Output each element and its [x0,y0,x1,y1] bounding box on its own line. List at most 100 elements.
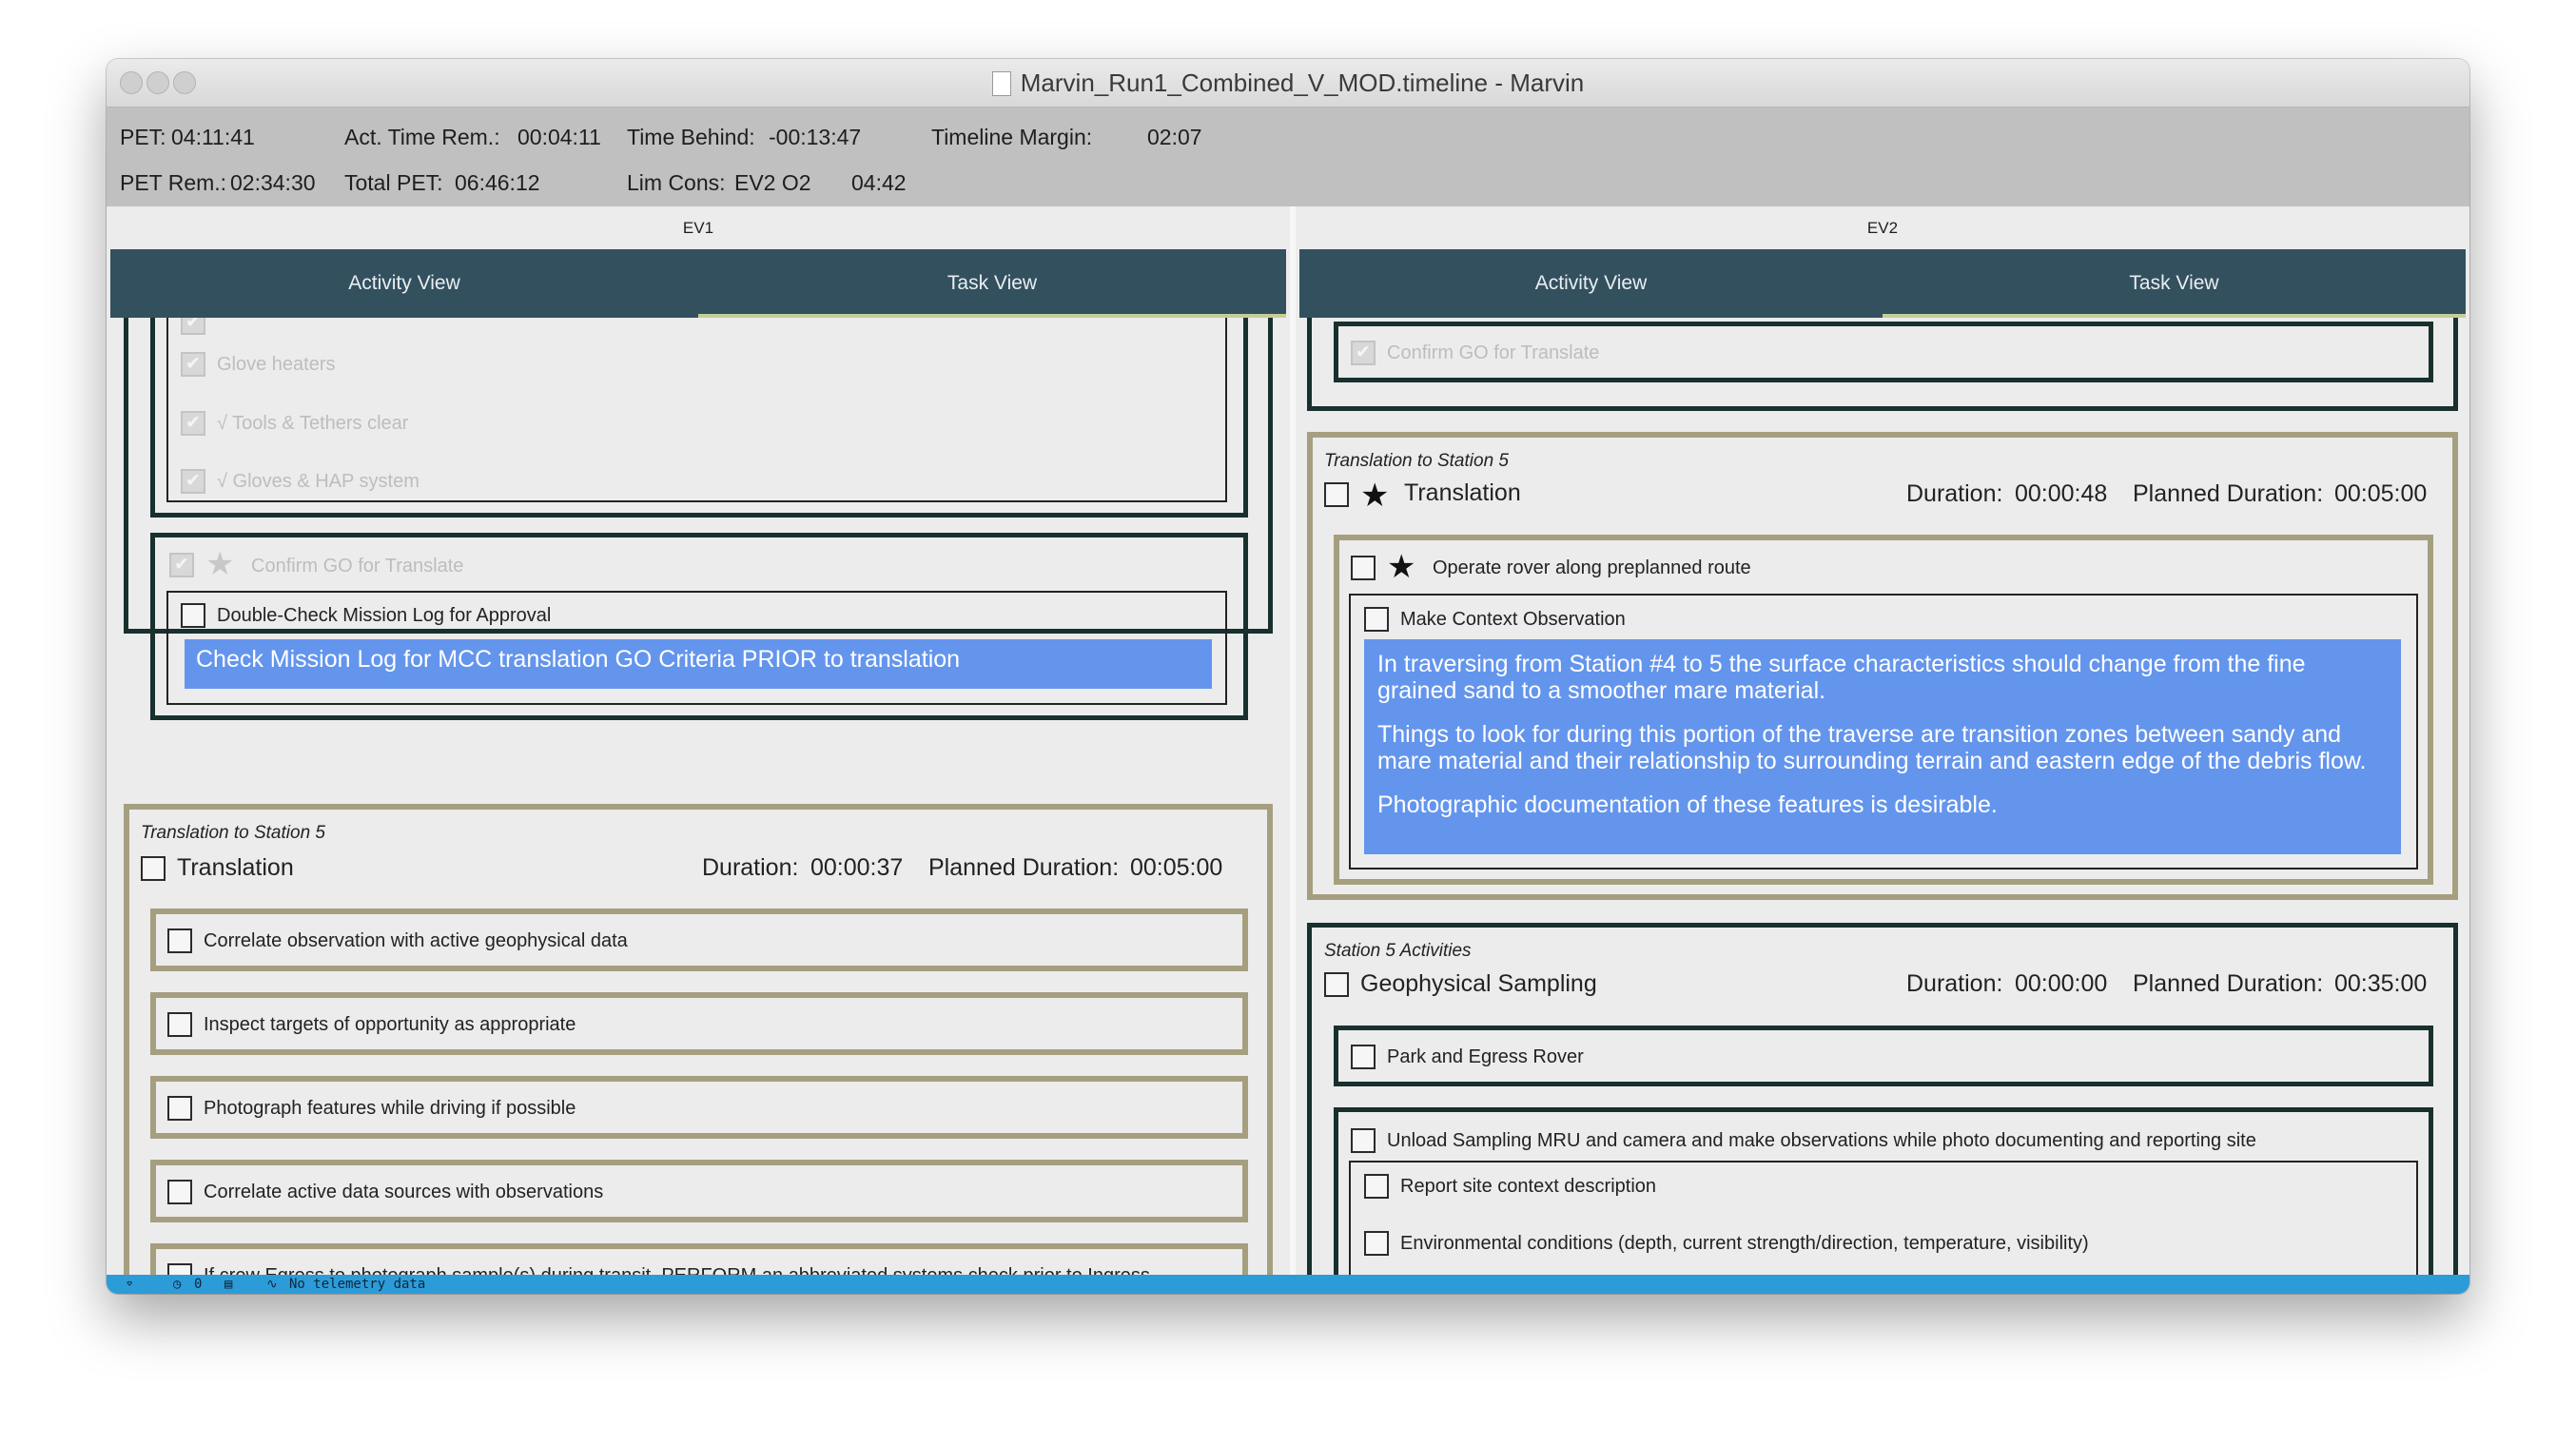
ev2-tab-task-view[interactable]: Task View [1883,249,2466,318]
context-observation-checkbox[interactable] [1364,607,1389,632]
report-site-label: Report site context description [1400,1176,1657,1197]
ev1-planned-value: 00:05:00 [1130,854,1223,881]
station5-checkbox[interactable] [1324,972,1349,997]
station5-duration-label: Duration: [1906,970,2003,997]
act-time-rem-label: Act. Time Rem.: [344,125,500,149]
unload-mru-label: Unload Sampling MRU and camera and make … [1387,1130,2256,1151]
time-behind-label: Time Behind: [627,125,755,149]
ev1-tab-bar: Activity View Task View [110,249,1286,318]
environmental-conditions-checkbox[interactable] [1364,1231,1389,1256]
ev1-translation-title: Translation [177,854,294,881]
total-pet-label: Total PET: [344,170,443,195]
ev1-task-list[interactable]: Glove heaters √ Tools & Tethers clear √ … [107,318,1290,1275]
station5-planned-value: 00:35:00 [2334,970,2428,997]
tools-tethers-label: √ Tools & Tethers clear [217,413,409,434]
app-window: Marvin_Run1_Combined_V_MOD.timeline - Ma… [107,59,2469,1294]
glove-heaters-label: Glove heaters [217,354,336,375]
gloves-hap-checkbox[interactable] [181,469,205,494]
ev1-task-5-checkbox[interactable] [167,1263,192,1275]
ev2-task-list[interactable]: Confirm GO for Translate Translation to … [1296,318,2469,1275]
star-icon: ★ [205,545,235,583]
timing-info-bar: PET: 04:11:41 Act. Time Rem.: 00:04:11 T… [107,107,2469,206]
park-egress-checkbox[interactable] [1351,1045,1376,1069]
time-behind-value: -00:13:47 [769,125,862,149]
ev2-tab-bar: Activity View Task View [1299,249,2466,318]
traverse-note-3: Photographic documentation of these feat… [1377,791,1998,818]
station5-duration-value: 00:00:00 [2015,970,2108,997]
ev1-task-4-checkbox[interactable] [167,1180,192,1204]
ev1-task-3-checkbox[interactable] [167,1096,192,1121]
lim-cons-value: EV2 O2 [734,170,811,195]
mission-log-note: Check Mission Log for MCC translation GO… [185,639,1212,689]
pet-value: 04:11:41 [171,125,255,149]
environmental-conditions-label: Environmental conditions (depth, current… [1400,1233,2089,1254]
context-observation-label: Make Context Observation [1400,609,1626,630]
pet-rem-label: PET Rem.: [120,170,227,195]
window-title: Marvin_Run1_Combined_V_MOD.timeline - Ma… [1020,68,1585,97]
ev1-planned-label: Planned Duration: [928,854,1120,881]
traverse-note-1: In traversing from Station #4 to 5 the s… [1377,651,2306,704]
ev1-tab-activity-view[interactable]: Activity View [110,249,698,318]
ev1-task-4-label: Correlate active data sources with obser… [204,1182,604,1202]
ev1-task-2-checkbox[interactable] [167,1012,192,1037]
traverse-note-2: Things to look for during this portion o… [1377,721,2367,774]
ev1-duration-label: Duration: [702,854,799,881]
ev2-label: EV2 [1296,206,2469,249]
timeline-margin-label: Timeline Margin: [931,125,1093,149]
ev2-planned-label: Planned Duration: [2133,480,2324,507]
star-icon: ★ [1360,477,1390,515]
glove-heaters-checkbox[interactable] [181,352,205,377]
report-site-checkbox[interactable] [1364,1174,1389,1199]
status-count: 0 [194,1277,203,1292]
telemetry-icon: ∿ [266,1277,278,1292]
tools-tethers-checkbox[interactable] [181,411,205,436]
ev2-duration-value: 00:00:48 [2015,480,2108,507]
title-bar: Marvin_Run1_Combined_V_MOD.timeline - Ma… [107,59,2469,107]
lim-cons-time: 04:42 [851,170,907,195]
ev2-translation-title: Translation [1404,479,1521,506]
ev2-translation-category: Translation to Station 5 [1324,451,1509,471]
ev1-task-5-label: If crew Egress to photograph sample(s) d… [204,1265,1150,1275]
ev2-confirm-go-label: Confirm GO for Translate [1387,342,1600,363]
ev1-panel: EV1 Activity View Task View Glove heater… [107,206,1290,1275]
status-bar: ⌔ ◷ 0 ▤ ∿ No telemetry data [107,1275,2469,1294]
station5-title: Geophysical Sampling [1360,970,1597,997]
ev1-translation-checkbox[interactable] [141,856,166,881]
park-egress-label: Park and Egress Rover [1387,1046,1584,1067]
star-icon: ★ [1387,548,1416,586]
station5-category: Station 5 Activities [1324,941,1472,961]
window-title-wrap: Marvin_Run1_Combined_V_MOD.timeline - Ma… [107,68,2469,98]
pet-rem-value: 02:34:30 [230,170,316,195]
gloves-hap-label: √ Gloves & HAP system [217,471,420,492]
ev1-task-2-label: Inspect targets of opportunity as approp… [204,1014,576,1035]
ev1-label: EV1 [107,206,1290,249]
ev1-tab-task-view[interactable]: Task View [698,249,1286,318]
station5-planned-label: Planned Duration: [2133,970,2324,997]
ev1-task-3-label: Photograph features while driving if pos… [204,1098,576,1119]
ev2-translation-checkbox[interactable] [1324,482,1349,507]
traverse-guidance-note: In traversing from Station #4 to 5 the s… [1364,639,2401,854]
ev1-translation-category: Translation to Station 5 [141,823,325,843]
database-icon: ▤ [224,1277,233,1292]
ev1-task-1-label: Correlate observation with active geophy… [204,930,628,951]
ev1-duration-value: 00:00:37 [810,854,904,881]
ev2-duration-label: Duration: [1906,480,2003,507]
confirm-go-checkbox[interactable] [169,553,194,577]
operate-rover-label: Operate rover along preplanned route [1433,557,1751,578]
pet-label: PET: [120,125,166,149]
telemetry-status: No telemetry data [289,1277,426,1292]
lim-cons-label: Lim Cons: [627,170,726,195]
hidden-item-checkbox[interactable] [181,318,205,335]
clock-icon: ◷ [173,1277,182,1292]
document-icon [991,71,1011,96]
unload-mru-checkbox[interactable] [1351,1128,1376,1153]
double-check-checkbox[interactable] [181,603,205,628]
antenna-icon: ⌔ [126,1277,134,1292]
ev1-task-1-checkbox[interactable] [167,928,192,953]
ev2-planned-value: 00:05:00 [2334,480,2428,507]
ev2-tab-activity-view[interactable]: Activity View [1299,249,1883,318]
ev2-confirm-go-checkbox[interactable] [1351,341,1376,365]
total-pet-value: 06:46:12 [455,170,540,195]
act-time-rem-value: 00:04:11 [517,125,601,149]
operate-rover-checkbox[interactable] [1351,556,1376,580]
